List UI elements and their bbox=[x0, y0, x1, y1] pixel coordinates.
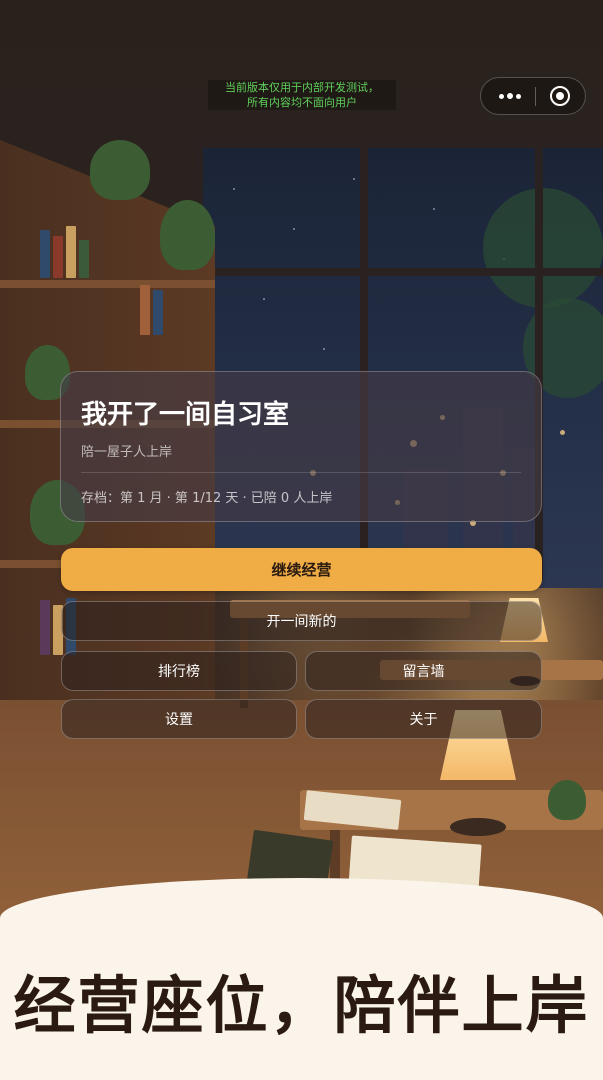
save-status: 存档：第 1 月 · 第 1/12 天 · 已陪 0 人上岸 bbox=[81, 491, 333, 506]
target-close-icon[interactable] bbox=[550, 86, 570, 106]
continue-button[interactable]: 继续经营 bbox=[61, 548, 542, 591]
message-wall-button[interactable]: 留言墙 bbox=[305, 651, 542, 691]
settings-button[interactable]: 设置 bbox=[61, 699, 297, 739]
miniprogram-capsule bbox=[480, 77, 586, 115]
promo-slogan: 经营座位，陪伴上岸 bbox=[13, 969, 590, 1042]
dev-notice-line2: 所有内容均不面向用户 bbox=[247, 96, 357, 109]
game-title: 我开了一间自习室 bbox=[81, 400, 290, 430]
card-divider bbox=[81, 472, 521, 473]
leaderboard-button[interactable]: 排行榜 bbox=[61, 651, 297, 691]
more-dots-icon[interactable] bbox=[493, 78, 535, 114]
game-subtitle: 陪一屋子人上岸 bbox=[81, 445, 173, 460]
new-game-button[interactable]: 开一间新的 bbox=[61, 601, 542, 641]
save-info-card: 我开了一间自习室 陪一屋子人上岸 存档：第 1 月 · 第 1/12 天 · 已… bbox=[60, 371, 542, 522]
dev-notice-line1: 当前版本仅用于内部开发测试， bbox=[225, 81, 379, 94]
dev-notice: 当前版本仅用于内部开发测试， 所有内容均不面向用户 bbox=[208, 80, 396, 110]
about-button[interactable]: 关于 bbox=[305, 699, 542, 739]
capsule-divider bbox=[535, 87, 536, 106]
